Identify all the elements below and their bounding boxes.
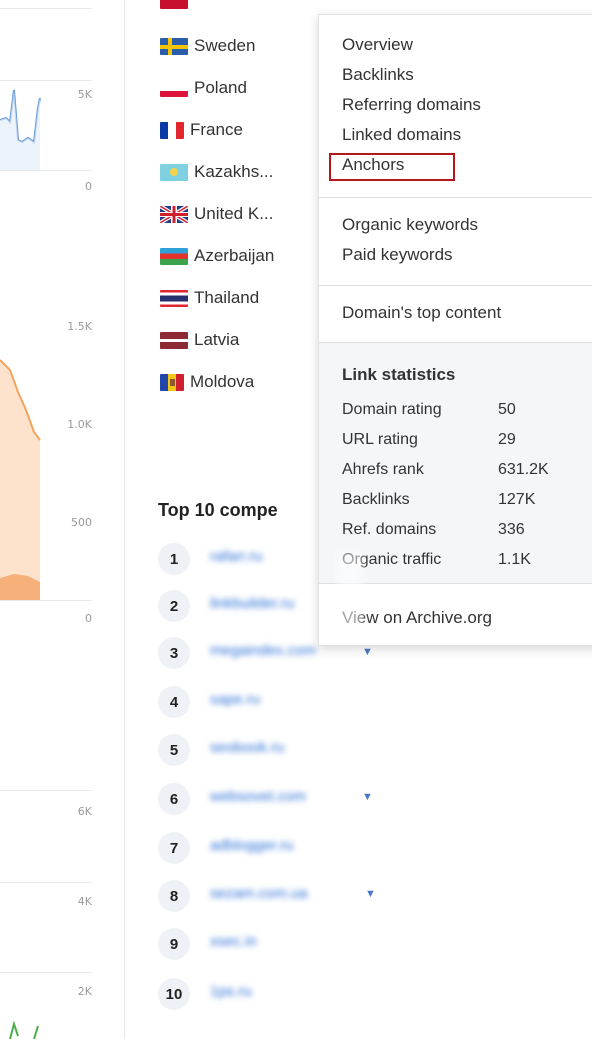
axis-label: 4K bbox=[77, 895, 92, 908]
menu-item-organic-keywords[interactable]: Organic keywords bbox=[342, 215, 478, 235]
grid-line bbox=[0, 882, 92, 883]
latvia-flag-icon bbox=[160, 331, 188, 349]
competitor-link[interactable]: adblogger.ru bbox=[210, 837, 293, 859]
grid-line bbox=[0, 600, 92, 601]
country-row: Azerbaijan bbox=[160, 245, 274, 267]
country-row: Poland bbox=[160, 77, 247, 99]
menu-item-referring-domains[interactable]: Referring domains bbox=[342, 95, 481, 115]
grid-line bbox=[0, 8, 92, 9]
axis-label: 0 bbox=[85, 612, 92, 625]
rank-badge: 3 bbox=[158, 637, 190, 669]
country-name: Moldova bbox=[190, 372, 255, 391]
menu-divider bbox=[319, 197, 592, 198]
stat-value: 1.1K bbox=[498, 551, 531, 568]
azerbaijan-flag-icon bbox=[160, 247, 188, 265]
menu-item-top-content[interactable]: Domain's top content bbox=[342, 303, 501, 323]
rank-badge: 2 bbox=[158, 590, 190, 622]
chart-lines bbox=[0, 89, 41, 1039]
competitor-link[interactable]: 1ps.ru bbox=[210, 983, 252, 1005]
moldova-flag-icon bbox=[160, 373, 184, 391]
competitor-link[interactable]: sezam.com.ua bbox=[210, 885, 308, 907]
rank-badge: 10 bbox=[158, 978, 190, 1010]
competitor-link[interactable]: websovet.com bbox=[210, 788, 306, 810]
stat-label: Domain rating bbox=[342, 401, 442, 418]
country-name: Poland bbox=[194, 78, 247, 97]
anchors-highlight-box bbox=[329, 153, 455, 181]
sweden-flag-icon bbox=[160, 37, 188, 55]
rank-badge: 1 bbox=[158, 543, 190, 575]
rank-badge: 4 bbox=[158, 686, 190, 718]
stat-value: 127K bbox=[498, 491, 536, 508]
top-competitors-title: Top 10 compe bbox=[158, 500, 278, 520]
menu-item-archive[interactable]: View on Archive.org bbox=[342, 608, 492, 628]
france-flag-icon bbox=[160, 121, 184, 139]
country-row: Latvia bbox=[160, 329, 239, 351]
grid-line bbox=[0, 790, 92, 791]
stat-value: 631.2K bbox=[498, 461, 549, 478]
menu-item-paid-keywords[interactable]: Paid keywords bbox=[342, 245, 453, 265]
traffic-chart-strip: 5K 0 1.5K 1.0K 500 0 6K 4K 2K bbox=[0, 0, 125, 1039]
grid-line bbox=[0, 972, 92, 973]
country-row: Moldova bbox=[160, 371, 254, 393]
axis-label: 1.5K bbox=[67, 320, 92, 333]
axis-label: 500 bbox=[71, 516, 92, 529]
competitor-link[interactable]: xsec.in bbox=[210, 933, 257, 955]
competitor-link[interactable]: megaindex.com bbox=[210, 642, 316, 664]
country-row: France bbox=[160, 119, 243, 141]
uk-flag-icon bbox=[160, 205, 188, 223]
country-row: Thailand bbox=[160, 287, 259, 309]
stat-label: Backlinks bbox=[342, 491, 410, 508]
country-name: Kazakhs... bbox=[194, 162, 274, 181]
country-name: France bbox=[190, 120, 243, 139]
axis-label: 1.0K bbox=[67, 418, 92, 431]
competitor-link[interactable]: rafarr.ru bbox=[210, 548, 263, 570]
thailand-flag-icon bbox=[160, 289, 188, 307]
stat-value: 50 bbox=[498, 401, 516, 418]
poland-flag-icon bbox=[160, 85, 188, 97]
stat-label: Ahrefs rank bbox=[342, 461, 424, 478]
country-name: United K... bbox=[194, 204, 274, 223]
rank-badge: 8 bbox=[158, 880, 190, 912]
flag-icon bbox=[160, 0, 188, 9]
rank-badge: 5 bbox=[158, 734, 190, 766]
grid-line bbox=[0, 170, 92, 171]
rank-badge: 6 bbox=[158, 783, 190, 815]
country-name: Latvia bbox=[194, 330, 240, 349]
chevron-down-icon[interactable]: ▼ bbox=[362, 646, 373, 658]
rank-badge: 7 bbox=[158, 832, 190, 864]
stat-value: 29 bbox=[498, 431, 516, 448]
stat-label: URL rating bbox=[342, 431, 418, 448]
chevron-down-icon[interactable]: ▼ bbox=[362, 791, 373, 803]
menu-item-backlinks[interactable]: Backlinks bbox=[342, 65, 414, 85]
competitor-link[interactable]: seobook.ru bbox=[210, 739, 284, 761]
stat-label: Ref. domains bbox=[342, 521, 437, 538]
grid-line bbox=[0, 80, 92, 81]
link-statistics-title: Link statistics bbox=[342, 365, 456, 384]
axis-label: 2K bbox=[77, 985, 92, 998]
rank-badge: 9 bbox=[158, 928, 190, 960]
competitor-link[interactable]: sape.ru bbox=[210, 691, 260, 713]
competitor-link[interactable]: linkbuilder.ru bbox=[210, 595, 294, 617]
stat-value: 336 bbox=[498, 521, 525, 538]
country-name: Azerbaijan bbox=[194, 246, 275, 265]
axis-label: 0 bbox=[85, 180, 92, 193]
country-name: Sweden bbox=[194, 36, 256, 55]
axis-label: 5K bbox=[77, 88, 92, 101]
domain-context-menu: Overview Backlinks Referring domains Lin… bbox=[318, 14, 592, 646]
menu-item-linked-domains[interactable]: Linked domains bbox=[342, 125, 461, 145]
country-row: Kazakhs... bbox=[160, 161, 273, 183]
country-name: Thailand bbox=[194, 288, 260, 307]
blur-overlay bbox=[337, 551, 363, 641]
menu-item-overview[interactable]: Overview bbox=[342, 35, 413, 55]
country-row: Sweden bbox=[160, 35, 255, 57]
kazakhstan-flag-icon bbox=[160, 163, 188, 181]
menu-divider bbox=[319, 285, 592, 286]
country-row: United K... bbox=[160, 203, 273, 225]
chevron-down-icon[interactable]: ▼ bbox=[365, 888, 376, 900]
axis-label: 6K bbox=[77, 805, 92, 818]
